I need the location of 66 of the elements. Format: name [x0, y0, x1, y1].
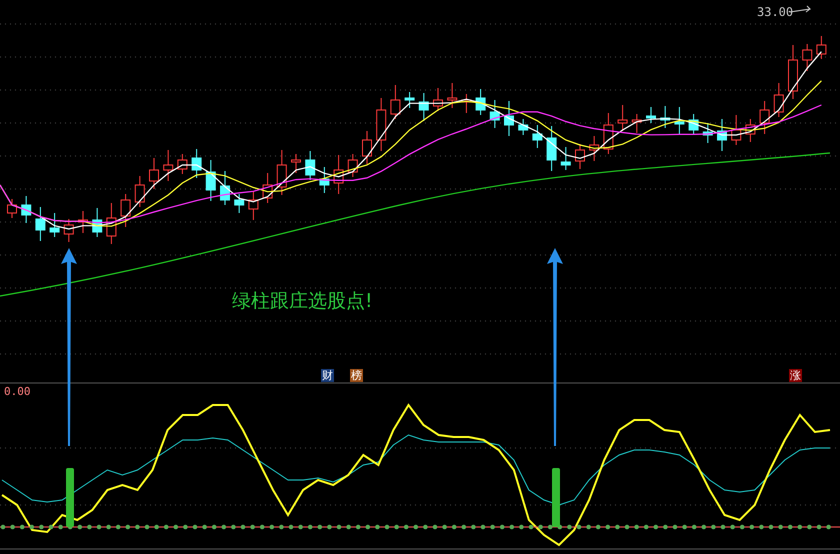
- candlestick: [234, 194, 244, 214]
- candlestick: [632, 114, 642, 134]
- candlestick: [575, 144, 585, 170]
- candlestick: [816, 36, 826, 60]
- candlestick: [7, 198, 17, 218]
- candlestick: [348, 154, 358, 178]
- candlestick: [745, 118, 756, 142]
- candlestick: [177, 154, 188, 174]
- candlestick: [206, 160, 216, 202]
- candlestick: [490, 100, 500, 128]
- candlestick: [163, 150, 174, 182]
- candlestick: [461, 94, 472, 114]
- candlestick: [334, 154, 344, 194]
- candlestick: [618, 104, 628, 132]
- candlestick: [717, 118, 727, 152]
- candlestick: [35, 206, 46, 242]
- candlestick: [50, 212, 60, 238]
- candlestick: [220, 170, 230, 206]
- candlestick: [134, 176, 145, 208]
- candlestick: [106, 202, 116, 244]
- event-tag: 财: [321, 369, 334, 382]
- candlestick: [546, 126, 557, 172]
- candlestick: [404, 92, 415, 108]
- candlestick: [589, 136, 600, 162]
- candlestick: [376, 98, 386, 152]
- candlestick: [248, 190, 258, 220]
- candlestick: [660, 106, 670, 128]
- candlestick: [702, 122, 713, 144]
- candlestick: [418, 92, 429, 122]
- candlestick: [447, 82, 458, 108]
- candlestick: [64, 218, 74, 242]
- candlestick: [192, 148, 202, 178]
- candlestick: [774, 82, 784, 118]
- axis-label: 0.00: [4, 386, 30, 397]
- candlestick: [603, 112, 614, 154]
- event-tag: 榜: [350, 369, 363, 382]
- price-label: 33.00: [757, 6, 794, 18]
- candlestick: [560, 146, 571, 170]
- candlestick: [760, 100, 770, 134]
- event-tag: 涨: [789, 369, 802, 382]
- candlestick: [305, 150, 316, 180]
- candlestick: [518, 118, 528, 136]
- candlestick: [476, 88, 486, 116]
- candlestick: [262, 172, 273, 204]
- candlestick: [390, 84, 400, 120]
- candlestick: [532, 124, 542, 148]
- candlestick: [291, 154, 301, 174]
- candlestick: [149, 158, 159, 190]
- candlestick: [802, 44, 812, 72]
- signal-bar: [66, 468, 74, 527]
- candlestick: [674, 106, 684, 136]
- candlestick: [504, 100, 514, 136]
- candlestick: [78, 210, 88, 234]
- candlestick: [21, 196, 32, 224]
- signal-bar: [552, 468, 560, 527]
- annotation-text: 绿柱跟庄选股点!: [232, 292, 373, 311]
- candlestick: [433, 88, 443, 112]
- candlestick: [362, 130, 372, 164]
- candlestick: [688, 114, 699, 136]
- candlestick: [319, 166, 330, 194]
- candlestick: [788, 44, 798, 100]
- candlestick: [276, 150, 287, 196]
- candlestick: [92, 208, 102, 238]
- candlestick: [120, 194, 131, 228]
- candlestick: [731, 114, 742, 146]
- candlestick: [646, 106, 656, 124]
